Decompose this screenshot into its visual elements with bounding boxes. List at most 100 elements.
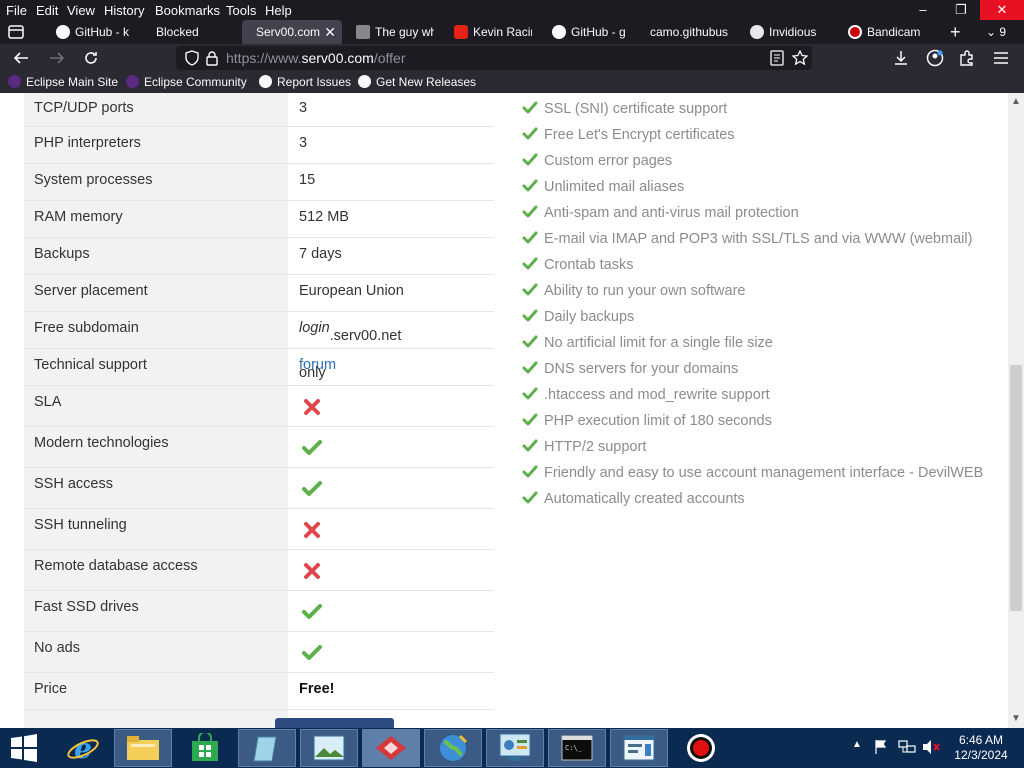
tab-github-g[interactable]: GitHub - g (552, 20, 632, 44)
menu-history[interactable]: History (104, 3, 144, 18)
spec-label: Backups (34, 246, 90, 262)
check-icon (522, 361, 538, 374)
taskbar-red-app[interactable] (362, 729, 420, 767)
menu-file[interactable]: File (6, 3, 27, 18)
spec-label: Server placement (34, 283, 148, 299)
bookmark-get-new-releases[interactable]: Get New Releases (358, 75, 476, 89)
tab-the-guy[interactable]: The guy wh (356, 20, 434, 44)
taskbar-window-app[interactable] (610, 729, 668, 767)
menu-help[interactable]: Help (265, 3, 292, 18)
taskbar-store[interactable] (176, 729, 234, 767)
check-icon (522, 465, 538, 478)
taskbar-photos[interactable] (300, 729, 358, 767)
reload-button[interactable] (80, 48, 102, 68)
address-bar[interactable]: https://www.serv00.com/offer (176, 46, 812, 70)
eclipse-icon (126, 75, 139, 88)
arrow-right-icon (50, 52, 65, 64)
taskbar-control-panel[interactable] (486, 729, 544, 767)
extensions-button[interactable] (956, 48, 978, 68)
svg-text:C:\_: C:\_ (565, 744, 583, 752)
store-icon (192, 731, 218, 761)
tab-kevin-racing[interactable]: Kevin Racin (454, 20, 532, 44)
check-icon (522, 283, 538, 296)
price-value: Free! (299, 681, 335, 697)
forward-button[interactable] (46, 48, 68, 68)
feature-item: Friendly and easy to use account managem… (520, 461, 1000, 487)
tab-github-k[interactable]: GitHub - k (56, 20, 142, 44)
check-icon (522, 179, 538, 192)
scroll-down-icon[interactable]: ▼ (1011, 713, 1021, 724)
notepad-icon (253, 736, 277, 762)
taskbar-bandicam[interactable] (672, 729, 730, 767)
features-list: SSL (SNI) certificate support Free Let's … (520, 97, 1000, 513)
minimize-button[interactable]: – (904, 0, 942, 20)
menu-edit[interactable]: Edit (36, 3, 58, 18)
scroll-up-icon[interactable]: ▲ (1011, 96, 1021, 107)
photos-icon (313, 735, 345, 761)
windows-logo-icon (11, 734, 37, 762)
taskbar-notepad[interactable] (238, 729, 296, 767)
back-button[interactable] (10, 48, 32, 68)
tab-invidious[interactable]: Invidious (750, 20, 834, 44)
spec-row-system-processes: System processes 15 (24, 164, 494, 201)
star-icon[interactable] (792, 50, 808, 66)
order-button[interactable] (275, 718, 394, 728)
close-tab-icon[interactable]: ✕ (324, 20, 336, 44)
clock[interactable]: 6:46 AM 12/3/2024 (948, 733, 1014, 763)
app-menu-button[interactable] (990, 48, 1012, 68)
close-window-button[interactable]: ✕ (980, 0, 1024, 20)
bookmark-eclipse-main-site[interactable]: Eclipse Main Site (8, 75, 118, 89)
menu-tools[interactable]: Tools (226, 3, 256, 18)
feature-label: Automatically created accounts (544, 491, 745, 507)
show-hidden-icons-icon[interactable]: ▲ (852, 739, 862, 750)
tab-blocked[interactable]: Blocked (156, 20, 242, 44)
menu-bookmarks[interactable]: Bookmarks (155, 3, 220, 18)
spec-label: Technical support (34, 357, 147, 373)
check-icon (522, 335, 538, 348)
spec-label: SLA (34, 394, 62, 410)
menu-view[interactable]: View (67, 3, 95, 18)
lock-icon[interactable] (206, 50, 218, 66)
github-icon (552, 25, 566, 39)
github-icon (259, 75, 272, 88)
bookmark-eclipse-community[interactable]: Eclipse Community (126, 75, 247, 89)
list-all-tabs-button[interactable]: ⌄ 9 (986, 20, 1018, 44)
reader-view-icon[interactable] (770, 50, 784, 66)
bookmark-report-issues[interactable]: Report Issues (259, 75, 351, 89)
taskbar-browser[interactable] (424, 729, 482, 767)
taskbar: e C:\_ ▲ 6:46 AM 12/3/2024 (0, 728, 1024, 768)
spec-row-fast-ssd-drives: Fast SSD drives (24, 591, 494, 632)
spec-label: System processes (34, 172, 153, 188)
tab-overview-button[interactable] (8, 20, 32, 44)
taskbar-internet-explorer[interactable]: e (54, 729, 112, 767)
speaker-muted-icon[interactable] (922, 739, 940, 755)
check-icon (522, 231, 538, 244)
tab-bandicam[interactable]: Bandicam (848, 20, 932, 44)
start-button[interactable] (0, 729, 48, 767)
tab-list-icon (8, 25, 24, 39)
taskbar-file-explorer[interactable] (114, 729, 172, 767)
feature-label: Free Let's Encrypt certificates (544, 127, 735, 143)
flag-icon[interactable] (874, 739, 888, 755)
feature-item: .htaccess and mod_rewrite support (520, 383, 1000, 409)
feature-label: HTTP/2 support (544, 439, 647, 455)
scrollbar-thumb[interactable] (1010, 365, 1022, 611)
downloads-button[interactable] (890, 48, 912, 68)
tab-camo[interactable]: camo.githubus (650, 20, 736, 44)
shield-icon[interactable] (184, 50, 200, 66)
feature-label: Crontab tasks (544, 257, 634, 273)
feature-item: Crontab tasks (520, 253, 1000, 279)
new-tab-button[interactable]: + (950, 20, 966, 44)
check-icon (522, 257, 538, 270)
spec-row-sla: SLA (24, 386, 494, 427)
taskbar-command-prompt[interactable]: C:\_ (548, 729, 606, 767)
page-scrollbar[interactable]: ▲ ▼ (1008, 93, 1024, 728)
spec-row-modern-technologies: Modern technologies (24, 427, 494, 468)
spec-label: TCP/UDP ports (34, 100, 134, 116)
feature-label: Friendly and easy to use account managem… (544, 465, 984, 481)
network-icon[interactable] (898, 739, 916, 755)
tab-serv00[interactable]: Serv00.com ✕ (242, 20, 342, 44)
hamburger-menu-icon (994, 52, 1008, 64)
account-button[interactable] (924, 48, 946, 68)
restore-button[interactable]: ❐ (942, 0, 980, 20)
